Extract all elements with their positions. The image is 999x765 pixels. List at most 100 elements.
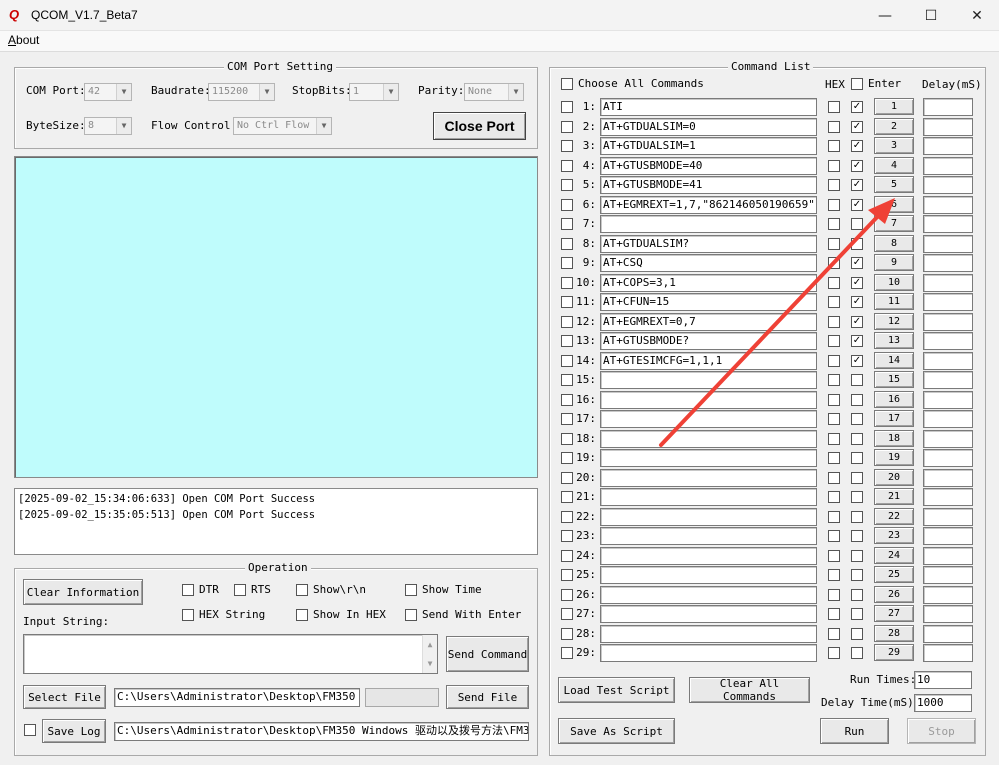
save-as-script-button[interactable]: Save As Script: [558, 718, 675, 744]
hex-checkbox[interactable]: [828, 433, 840, 445]
delay-input-field[interactable]: [923, 274, 973, 292]
enter-checkbox[interactable]: ✓: [851, 179, 863, 191]
command-input-field[interactable]: [600, 586, 817, 604]
enter-checkbox[interactable]: [851, 589, 863, 601]
hex-checkbox[interactable]: [828, 550, 840, 562]
command-input-field[interactable]: [600, 410, 817, 428]
hex-checkbox[interactable]: [828, 511, 840, 523]
command-input-field[interactable]: AT+EGMREXT=0,7: [600, 313, 817, 331]
command-input-field[interactable]: [600, 605, 817, 623]
hex-checkbox[interactable]: [828, 452, 840, 464]
clear-information-button[interactable]: Clear Information: [23, 579, 143, 605]
receive-data-area[interactable]: [14, 156, 538, 478]
info-log-box[interactable]: [2025-09-02_15:34:06:633] Open COM Port …: [14, 488, 538, 555]
run-times-field[interactable]: 10: [914, 671, 972, 689]
parity-select[interactable]: None ▼: [464, 83, 524, 101]
enter-checkbox[interactable]: [851, 218, 863, 230]
show-time-checkbox[interactable]: [405, 584, 417, 596]
command-input-field[interactable]: AT+CSQ: [600, 254, 817, 272]
log-path-field[interactable]: C:\Users\Administrator\Desktop\FM350 Win…: [114, 722, 529, 741]
enter-checkbox[interactable]: [851, 511, 863, 523]
hex-checkbox[interactable]: [828, 199, 840, 211]
delay-input-field[interactable]: [923, 391, 973, 409]
delay-input-field[interactable]: [923, 527, 973, 545]
command-input-field[interactable]: [600, 488, 817, 506]
send-command-number-button[interactable]: 12: [874, 313, 914, 330]
send-command-number-button[interactable]: 6: [874, 196, 914, 213]
send-command-number-button[interactable]: 22: [874, 508, 914, 525]
send-command-number-button[interactable]: 27: [874, 605, 914, 622]
enter-all-checkbox[interactable]: [851, 78, 863, 90]
delay-input-field[interactable]: [923, 547, 973, 565]
send-command-number-button[interactable]: 3: [874, 137, 914, 154]
enter-checkbox[interactable]: [851, 413, 863, 425]
enter-checkbox[interactable]: [851, 550, 863, 562]
send-command-number-button[interactable]: 9: [874, 254, 914, 271]
command-input-field[interactable]: AT+CFUN=15: [600, 293, 817, 311]
bytesize-select[interactable]: 8 ▼: [84, 117, 132, 135]
send-command-number-button[interactable]: 17: [874, 410, 914, 427]
load-test-script-button[interactable]: Load Test Script: [558, 677, 675, 703]
enter-checkbox[interactable]: ✓: [851, 257, 863, 269]
hex-checkbox[interactable]: [828, 472, 840, 484]
delay-input-field[interactable]: [923, 508, 973, 526]
rts-checkbox[interactable]: [234, 584, 246, 596]
command-input-field[interactable]: AT+GTUSBMODE=41: [600, 176, 817, 194]
run-button[interactable]: Run: [820, 718, 889, 744]
command-input-field[interactable]: [600, 644, 817, 662]
delay-input-field[interactable]: [923, 98, 973, 116]
hex-checkbox[interactable]: [828, 277, 840, 289]
command-input-field[interactable]: [600, 625, 817, 643]
save-log-button[interactable]: Save Log: [42, 719, 106, 743]
choose-all-checkbox[interactable]: [561, 78, 573, 90]
enter-checkbox[interactable]: [851, 647, 863, 659]
delay-input-field[interactable]: [923, 644, 973, 662]
stopbits-select[interactable]: 1 ▼: [349, 83, 399, 101]
flow-control-select[interactable]: No Ctrl Flow ▼: [233, 117, 332, 135]
delay-input-field[interactable]: [923, 254, 973, 272]
send-command-number-button[interactable]: 13: [874, 332, 914, 349]
delay-input-field[interactable]: [923, 332, 973, 350]
hex-checkbox[interactable]: [828, 628, 840, 640]
enter-checkbox[interactable]: [851, 530, 863, 542]
input-scrollbar[interactable]: ▲ ▼: [422, 635, 437, 673]
delay-input-field[interactable]: [923, 605, 973, 623]
delay-input-field[interactable]: [923, 488, 973, 506]
enter-checkbox[interactable]: ✓: [851, 355, 863, 367]
send-command-number-button[interactable]: 29: [874, 644, 914, 661]
send-command-number-button[interactable]: 8: [874, 235, 914, 252]
enter-checkbox[interactable]: [851, 608, 863, 620]
close-port-button[interactable]: Close Port: [433, 112, 526, 140]
command-input-field[interactable]: AT+GTUSBMODE?: [600, 332, 817, 350]
send-command-number-button[interactable]: 11: [874, 293, 914, 310]
hex-checkbox[interactable]: [828, 316, 840, 328]
enter-checkbox[interactable]: ✓: [851, 335, 863, 347]
enter-checkbox[interactable]: [851, 394, 863, 406]
hex-checkbox[interactable]: [828, 530, 840, 542]
delay-input-field[interactable]: [923, 137, 973, 155]
close-window-button[interactable]: ✕: [954, 0, 999, 31]
clear-all-commands-button[interactable]: Clear All Commands: [689, 677, 810, 703]
command-input-field[interactable]: [600, 449, 817, 467]
delay-input-field[interactable]: [923, 176, 973, 194]
command-input-field[interactable]: AT+GTDUALSIM?: [600, 235, 817, 253]
dtr-checkbox[interactable]: [182, 584, 194, 596]
enter-checkbox[interactable]: ✓: [851, 199, 863, 211]
baudrate-select[interactable]: 115200 ▼: [208, 83, 275, 101]
show-rn-checkbox[interactable]: [296, 584, 308, 596]
delay-input-field[interactable]: [923, 118, 973, 136]
file-path-field[interactable]: C:\Users\Administrator\Desktop\FM350 Win…: [114, 688, 360, 707]
enter-checkbox[interactable]: [851, 433, 863, 445]
delay-input-field[interactable]: [923, 625, 973, 643]
delay-input-field[interactable]: [923, 430, 973, 448]
send-command-number-button[interactable]: 10: [874, 274, 914, 291]
command-input-field[interactable]: [600, 469, 817, 487]
enter-checkbox[interactable]: [851, 238, 863, 250]
hex-checkbox[interactable]: [828, 374, 840, 386]
save-log-checkbox[interactable]: [24, 724, 36, 736]
send-command-number-button[interactable]: 5: [874, 176, 914, 193]
command-input-field[interactable]: AT+EGMREXT=1,7,"862146050190659": [600, 196, 817, 214]
delay-time-field[interactable]: 1000: [914, 694, 972, 712]
command-input-field[interactable]: [600, 508, 817, 526]
send-command-number-button[interactable]: 4: [874, 157, 914, 174]
